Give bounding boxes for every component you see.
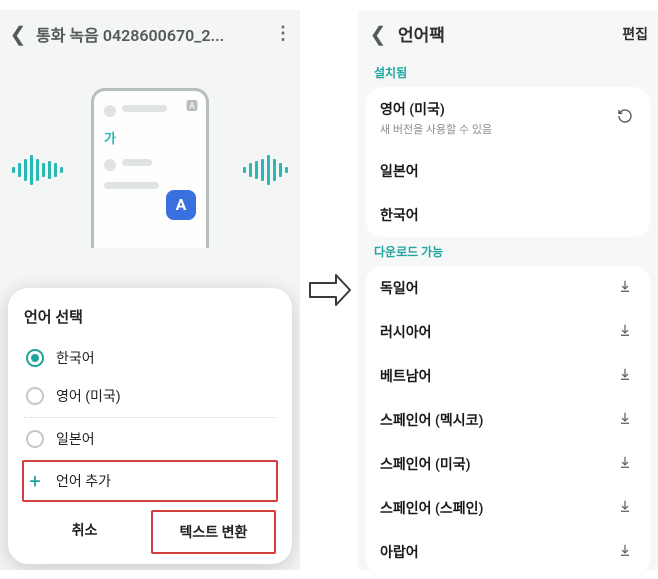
letter-badge-icon: A [166,190,196,220]
back-chevron-icon[interactable]: ❮ [368,22,388,46]
language-option-label: 일본어 [56,429,95,449]
right-header: ❮ 언어팩 편집 [358,10,658,58]
transcription-illustration: 🅰 가 A [0,58,300,278]
flow-arrow [300,267,358,313]
list-item-label: 베트남어 [380,369,432,385]
illustration-bubble: 가 [104,132,116,147]
cancel-button[interactable]: 취소 [24,510,145,554]
available-item[interactable]: 아랍어 [366,530,650,570]
refresh-icon[interactable] [614,108,636,128]
installed-item-english-us[interactable]: 영어 (미국) 새 버전을 사용할 수 있음 [366,87,650,149]
radio-icon [26,387,44,405]
list-item-label: 러시아어 [380,325,432,341]
download-icon[interactable] [614,323,636,341]
list-item-label: 스페인어 (미국) [380,457,471,473]
left-header: ❮ 통화 녹음 0428600670_2... ⋮ [0,10,300,58]
download-icon[interactable] [614,455,636,473]
section-installed-label: 설치됨 [358,58,658,87]
available-item[interactable]: 스페인어 (스페인) [366,486,650,530]
language-option-label: 영어 (미국) [56,386,121,406]
available-item[interactable]: 스페인어 (미국) [366,442,650,486]
more-icon[interactable]: ⋮ [274,23,292,44]
page-title: 통화 녹음 0428600670_2... [36,22,266,46]
installed-languages-card: 영어 (미국) 새 버전을 사용할 수 있음 일본어 한국어 [366,87,650,237]
dialog-title: 언어 선택 [24,306,276,327]
page-title: 언어팩 [398,21,612,46]
left-screen: ❮ 통화 녹음 0428600670_2... ⋮ 🅰 가 A 언어 선택 한국… [0,10,300,570]
download-icon[interactable] [614,543,636,561]
installed-item-korean[interactable]: 한국어 [366,193,650,237]
language-select-dialog: 언어 선택 한국어 영어 (미국) 일본어 + 언어 추가 취소 텍스트 변환 [8,288,292,564]
back-chevron-icon[interactable]: ❮ [8,22,28,46]
available-item[interactable]: 스페인어 (멕시코) [366,398,650,442]
phone-mock-icon: 🅰 가 A [91,88,209,248]
list-item-label: 아랍어 [380,545,419,561]
radio-selected-icon [26,349,44,367]
add-language-label: 언어 추가 [56,471,111,491]
available-item[interactable]: 러시아어 [366,310,650,354]
list-item-label: 스페인어 (멕시코) [380,413,483,429]
edit-button[interactable]: 편집 [622,24,648,44]
list-item-label: 영어 (미국) [380,102,445,118]
language-option-english-us[interactable]: 영어 (미국) [24,377,276,415]
list-item-label: 독일어 [380,281,419,297]
dialog-button-bar: 취소 텍스트 변환 [24,510,276,554]
translate-icon: 🅰 [186,97,198,114]
transcribe-button[interactable]: 텍스트 변환 [151,510,276,554]
download-icon[interactable] [614,411,636,429]
download-icon[interactable] [614,367,636,385]
section-available-label: 다운로드 가능 [358,237,658,266]
list-item-label: 일본어 [380,164,419,180]
available-item[interactable]: 베트남어 [366,354,650,398]
download-icon[interactable] [614,499,636,517]
list-item-label: 스페인어 (스페인) [380,501,483,517]
add-language-button[interactable]: + 언어 추가 [22,460,278,502]
list-item-label: 한국어 [380,208,419,224]
language-option-japanese[interactable]: 일본어 [24,420,276,458]
list-item-sub: 새 버전을 사용할 수 있음 [380,121,614,137]
language-option-label: 한국어 [56,348,95,368]
language-option-korean[interactable]: 한국어 [24,339,276,377]
download-icon[interactable] [614,279,636,297]
available-item[interactable]: 독일어 [366,266,650,310]
separator [24,417,276,418]
radio-icon [26,430,44,448]
available-languages-card: 독일어 러시아어 베트남어 스페인어 (멕시코) 스페인어 (미국) [366,266,650,570]
right-screen: ❮ 언어팩 편집 설치됨 영어 (미국) 새 버전을 사용할 수 있음 일본어 … [358,10,658,570]
plus-icon: + [26,472,44,490]
arrow-right-icon [306,267,352,313]
installed-item-japanese[interactable]: 일본어 [366,149,650,193]
